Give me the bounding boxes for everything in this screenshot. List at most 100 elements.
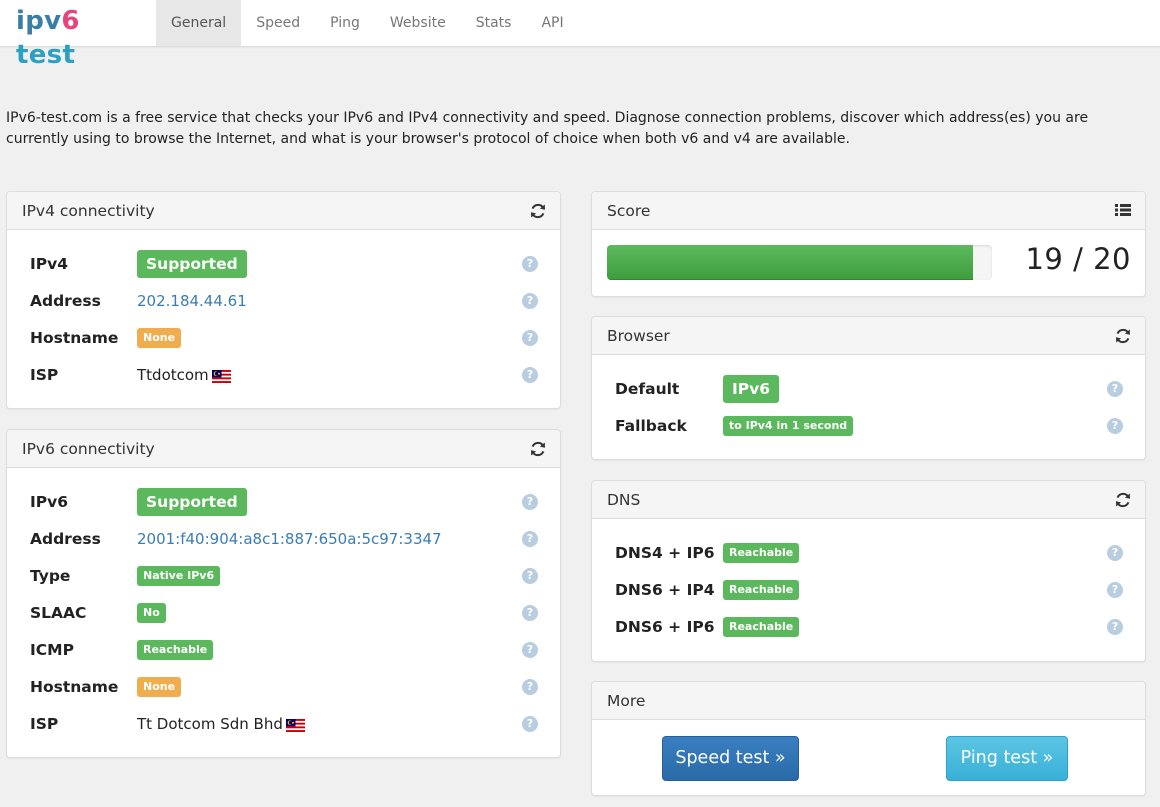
more-panel-heading: More [592,682,1145,720]
brand-reflect-ipv: ipv [16,22,61,32]
ipv6-icmp-label: ICMP [30,641,74,659]
ping-test-button[interactable]: Ping test » [946,736,1068,781]
speed-test-button[interactable]: Speed test » [662,736,799,781]
refresh-icon[interactable] [529,202,547,220]
dns6-ip6-badge: Reachable [723,617,800,637]
score-progress-fill [607,245,973,280]
ipv6-status-label: IPv6 [30,493,69,511]
help-icon[interactable]: ? [522,367,538,383]
help-icon[interactable]: ? [1107,381,1123,397]
ipv6-supported-badge: Supported [137,488,247,516]
dns6-ip4-label: DNS6 + IP4 [615,581,715,599]
ipv4-panel-heading: IPv4 connectivity [7,192,560,230]
brand-reflect-six: 6 [61,22,79,32]
ipv4-address-link[interactable]: 202.184.44.61 [137,292,247,310]
top-navbar: ipv6 test ipv6 test General Speed Ping W… [0,0,1160,70]
help-icon[interactable]: ? [522,716,538,732]
list-icon[interactable] [1114,202,1132,220]
ipv6-row-isp: ISP Tt Dotcom Sdn Bhd ? [7,709,560,739]
dns4-ip6-badge: Reachable [723,543,800,563]
brand-text: ipv6 test [16,4,146,72]
tab-api[interactable]: API [526,0,578,46]
brand-logo[interactable]: ipv6 test ipv6 test [16,4,146,70]
browser-row-fallback: Fallback to IPv4 in 1 second ? [592,411,1145,441]
ipv6-row-type: Type Native IPv6 ? [7,561,560,591]
tab-speed[interactable]: Speed [241,0,315,46]
malaysia-flag-icon [285,718,305,732]
browser-panel-title: Browser [607,327,670,345]
help-icon[interactable]: ? [1107,582,1123,598]
tab-general[interactable]: General [156,0,242,46]
ipv6-slaac-label: SLAAC [30,604,87,622]
ipv6-row-status: IPv6 Supported ? [7,487,560,517]
ipv6-hostname-badge: None [137,677,182,697]
ipv4-row-status: IPv4 Supported ? [7,249,560,279]
dns-panel: DNS DNS4 + IP6 Reachable ? DNS6 + IP4 Re… [591,480,1146,662]
refresh-icon[interactable] [529,440,547,458]
brand-reflection: ipv6 test [16,22,146,34]
ipv6-address-link[interactable]: 2001:f40:904:a8c1:887:650a:5c97:3347 [137,530,442,548]
ipv6-row-hostname: Hostname None ? [7,672,560,702]
more-panel-title: More [607,692,646,710]
browser-default-label: Default [615,380,680,398]
help-icon[interactable]: ? [1107,619,1123,635]
ipv6-slaac-badge: No [137,603,166,623]
ipv4-row-isp: ISP Ttdotcom ? [7,360,560,390]
help-icon[interactable]: ? [522,494,538,510]
score-panel: Score 19 / 20 [591,191,1146,297]
dns4-ip6-label: DNS4 + IP6 [615,544,715,562]
ipv4-row-address: Address 202.184.44.61 ? [7,286,560,316]
ipv6-isp-label: ISP [30,715,59,733]
ipv4-address-label: Address [30,292,101,310]
more-panel: More Speed test » Ping test » [591,681,1146,796]
ipv6-hostname-label: Hostname [30,678,119,696]
help-icon[interactable]: ? [522,256,538,272]
ipv4-status-label: IPv4 [30,255,69,273]
ipv6-type-label: Type [30,567,71,585]
help-icon[interactable]: ? [522,642,538,658]
ipv4-panel: IPv4 connectivity IPv4 Supported ? Addre… [6,191,561,409]
score-panel-title: Score [607,202,651,220]
help-icon[interactable]: ? [522,330,538,346]
ipv6-row-icmp: ICMP Reachable ? [7,635,560,665]
dns-panel-title: DNS [607,491,641,509]
score-body: 19 / 20 [592,230,1145,296]
dns6-ip4-badge: Reachable [723,580,800,600]
score-value: 19 / 20 [1025,242,1131,276]
help-icon[interactable]: ? [522,293,538,309]
ipv6-panel-heading: IPv6 connectivity [7,430,560,468]
ipv6-row-slaac: SLAAC No ? [7,598,560,628]
help-icon[interactable]: ? [522,531,538,547]
refresh-icon[interactable] [1114,327,1132,345]
browser-fallback-label: Fallback [615,417,687,435]
ipv6-type-badge: Native IPv6 [137,566,221,586]
tab-stats[interactable]: Stats [461,0,527,46]
dns-panel-heading: DNS [592,481,1145,519]
help-icon[interactable]: ? [1107,418,1123,434]
dns-row-dns4-ip6: DNS4 + IP6 Reachable ? [592,538,1145,568]
browser-default-badge: IPv6 [723,375,780,403]
score-panel-heading: Score [592,192,1145,230]
dns6-ip6-label: DNS6 + IP6 [615,618,715,636]
help-icon[interactable]: ? [522,568,538,584]
nav-tabs: General Speed Ping Website Stats API [156,0,579,47]
ipv6-panel: IPv6 connectivity IPv6 Supported ? Addre… [6,429,561,758]
intro-text: IPv6-test.com is a free service that che… [6,110,1089,147]
ipv4-isp-value: Ttdotcom [137,366,209,384]
tab-website[interactable]: Website [375,0,461,46]
ipv6-address-label: Address [30,530,101,548]
ipv6-panel-title: IPv6 connectivity [22,440,155,458]
browser-fallback-badge: to IPv4 in 1 second [723,416,854,436]
help-icon[interactable]: ? [522,605,538,621]
ipv4-supported-badge: Supported [137,250,247,278]
help-icon[interactable]: ? [1107,545,1123,561]
refresh-icon[interactable] [1114,491,1132,509]
ipv6-row-address: Address 2001:f40:904:a8c1:887:650a:5c97:… [7,524,560,554]
help-icon[interactable]: ? [522,679,538,695]
browser-panel-heading: Browser [592,317,1145,355]
browser-row-default: Default IPv6 ? [592,374,1145,404]
ipv4-row-hostname: Hostname None ? [7,323,560,353]
ipv4-hostname-badge: None [137,328,182,348]
ipv4-panel-title: IPv4 connectivity [22,202,155,220]
tab-ping[interactable]: Ping [315,0,375,46]
